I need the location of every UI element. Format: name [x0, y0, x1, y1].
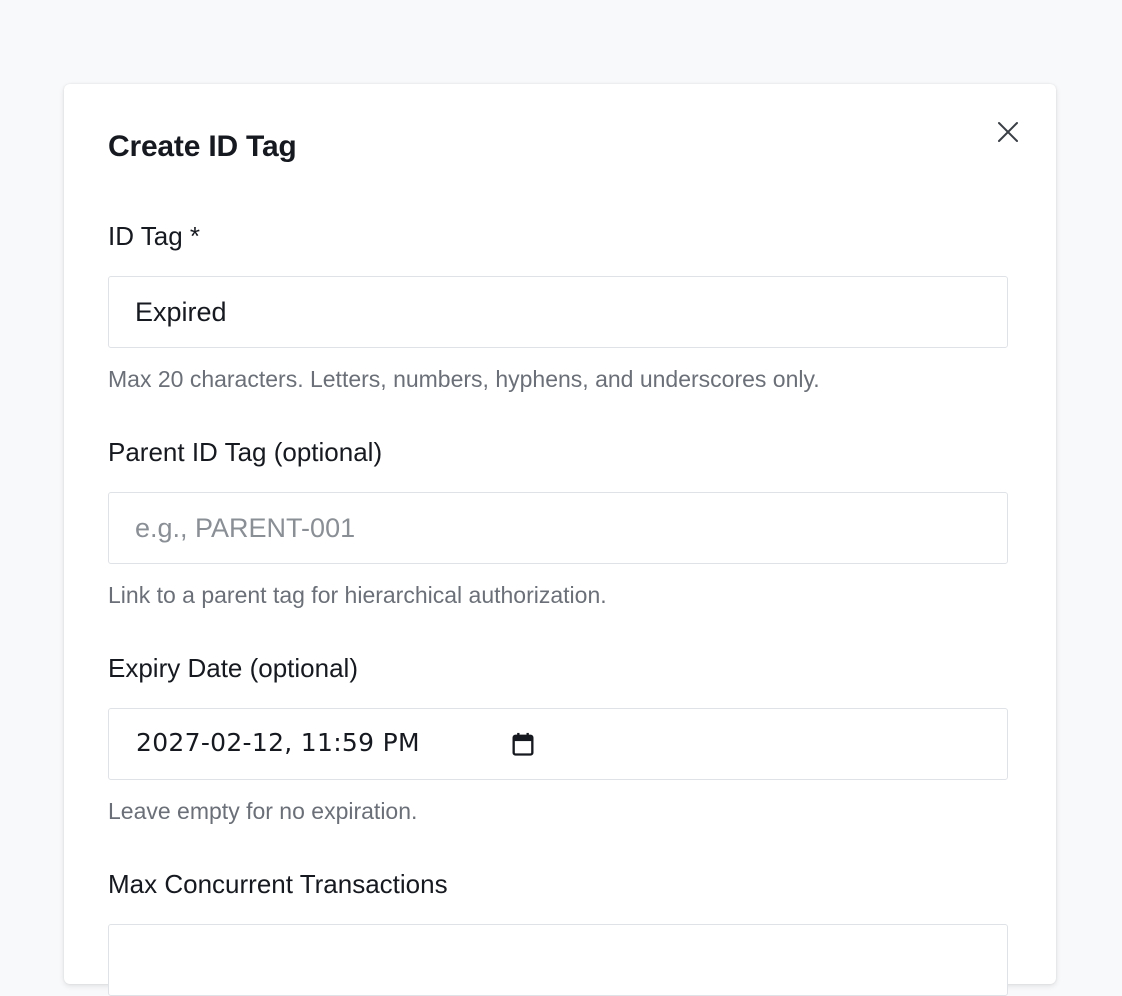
- close-icon: [998, 122, 1018, 142]
- id-tag-label: ID Tag *: [108, 221, 201, 251]
- dialog-title: Create ID Tag: [108, 130, 297, 163]
- id-tag-help-text: Max 20 characters. Letters, numbers, hyp…: [108, 366, 820, 392]
- id-tag-input[interactable]: [108, 276, 1008, 348]
- close-button[interactable]: [992, 116, 1024, 148]
- expiry-date-value[interactable]: 2027-02-12, 11:59 PM: [136, 728, 420, 757]
- parent-id-tag-input[interactable]: [108, 492, 1008, 564]
- expiry-date-input[interactable]: 2027-02-12, 11:59 PM: [108, 708, 1008, 780]
- parent-id-tag-help-text: Link to a parent tag for hierarchical au…: [108, 582, 607, 608]
- expiry-date-label: Expiry Date (optional): [108, 653, 358, 683]
- expiry-date-help-text: Leave empty for no expiration.: [108, 798, 418, 824]
- create-id-tag-dialog: Create ID Tag ID Tag * Max 20 characters…: [64, 84, 1056, 996]
- max-concurrent-transactions-input[interactable]: [108, 924, 1008, 996]
- max-concurrent-transactions-label: Max Concurrent Transactions: [108, 869, 448, 899]
- calendar-picker-button[interactable]: [507, 729, 539, 761]
- calendar-icon: [512, 732, 534, 756]
- parent-id-tag-label: Parent ID Tag (optional): [108, 437, 383, 467]
